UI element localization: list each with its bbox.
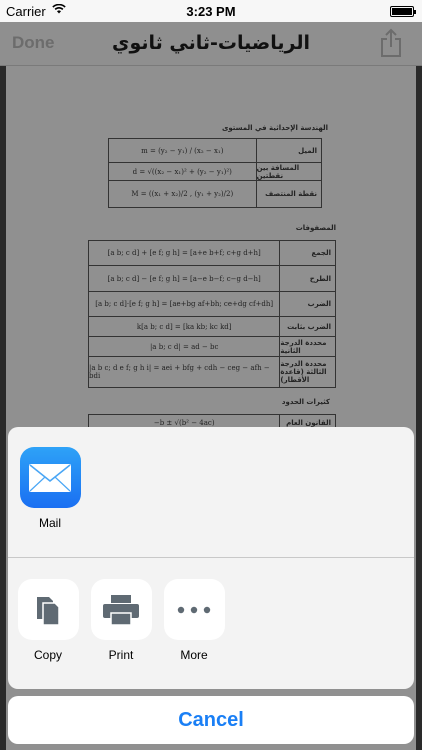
table-row: [a b; c d]·[e f; g h] = [ae+bg af+bh; ce… xyxy=(89,292,335,317)
navigation-bar: Done الرياضيات-ثاني ثانوي xyxy=(0,22,422,66)
label-cell: المسافة بين نقطتين xyxy=(255,163,321,180)
formula-cell: [a b; c d] + [e f; g h] = [a+e b+f; c+g … xyxy=(107,249,261,257)
label-cell: الميل xyxy=(255,139,321,162)
table-row: [a b; c d] − [e f; g h] = [a−e b−f; c−g … xyxy=(89,266,335,292)
table-row: m = (y₂ − y₁) / (x₂ − x₁) الميل xyxy=(109,139,321,163)
coordinate-geometry-table: m = (y₂ − y₁) / (x₂ − x₁) الميل d = √((x… xyxy=(108,138,322,208)
label-cell: الضرب xyxy=(279,292,335,316)
copy-icon[interactable] xyxy=(17,579,79,640)
battery-icon xyxy=(390,6,416,17)
share-icon[interactable] xyxy=(378,28,404,58)
more-icon[interactable] xyxy=(163,579,225,640)
table-row: |a b c; d e f; g h i| = aei + bfg + cdh … xyxy=(89,357,335,387)
label-cell: الطرح xyxy=(279,266,335,291)
table-row: M = ((x₁ + x₂)/2 , (y₁ + y₂)/2) نقطة الم… xyxy=(109,181,321,207)
formula-cell: |a b c; d e f; g h i| = aei + bfg + cdh … xyxy=(89,364,270,380)
action-label: Copy xyxy=(33,648,62,662)
section-heading: كثيرات الحدود xyxy=(281,398,330,406)
table-row: d = √((x₂ − x₁)² + (y₂ − y₁)²) المسافة ب… xyxy=(109,163,321,181)
formula-cell: m = (y₂ − y₁) / (x₂ − x₁) xyxy=(141,146,224,155)
done-button[interactable]: Done xyxy=(12,33,55,53)
formula-cell: d = √((x₂ − x₁)² + (y₂ − y₁)²) xyxy=(132,167,232,176)
formula-cell: [a b; c d]·[e f; g h] = [ae+bg af+bh; ce… xyxy=(95,300,274,308)
formula-cell: [a b; c d] − [e f; g h] = [a−e b−f; c−g … xyxy=(107,274,261,283)
matrices-table: [a b; c d] + [e f; g h] = [a+e b+f; c+g … xyxy=(88,240,336,388)
cancel-button[interactable]: Cancel xyxy=(8,696,414,744)
print-icon[interactable] xyxy=(90,579,152,640)
mail-icon[interactable] xyxy=(19,447,81,508)
label-cell: محددة الدرجة الثالثة (قاعدة الأقطار) xyxy=(279,357,335,387)
label-cell: محددة الدرجة الثانية xyxy=(279,337,335,356)
section-heading: المصفوفات xyxy=(295,224,336,232)
section-heading: الهندسة الإحداثية في المستوى xyxy=(222,124,328,132)
action-copy[interactable]: Copy xyxy=(8,579,88,662)
label-cell: الضرب بثابت xyxy=(279,317,335,336)
formula-cell: M = ((x₁ + x₂)/2 , (y₁ + y₂)/2) xyxy=(131,190,234,198)
status-bar: Carrier 3:23 PM xyxy=(0,0,422,22)
formula-cell: |a b; c d| = ad − bc xyxy=(149,342,219,351)
share-app-mail[interactable]: Mail xyxy=(10,447,90,530)
clock: 3:23 PM xyxy=(186,4,236,19)
action-more[interactable]: More xyxy=(154,579,234,662)
page-title: الرياضيات-ثاني ثانوي xyxy=(112,32,310,54)
action-label: Print xyxy=(108,648,134,662)
action-label: More xyxy=(180,648,208,662)
share-sheet-divider xyxy=(8,557,414,558)
share-app-label: Mail xyxy=(38,516,61,530)
table-row: k[a b; c d] = [ka kb; kc kd] الضرب بثابت xyxy=(89,317,335,337)
action-print[interactable]: Print xyxy=(81,579,161,662)
share-sheet: Mail Copy Print More xyxy=(8,427,414,689)
table-row: |a b; c d| = ad − bc محددة الدرجة الثاني… xyxy=(89,337,335,357)
label-cell: الجمع xyxy=(279,241,335,265)
table-row: [a b; c d] + [e f; g h] = [a+e b+f; c+g … xyxy=(89,241,335,266)
label-cell: نقطة المنتصف xyxy=(255,181,321,207)
formula-cell: k[a b; c d] = [ka kb; kc kd] xyxy=(136,322,232,331)
